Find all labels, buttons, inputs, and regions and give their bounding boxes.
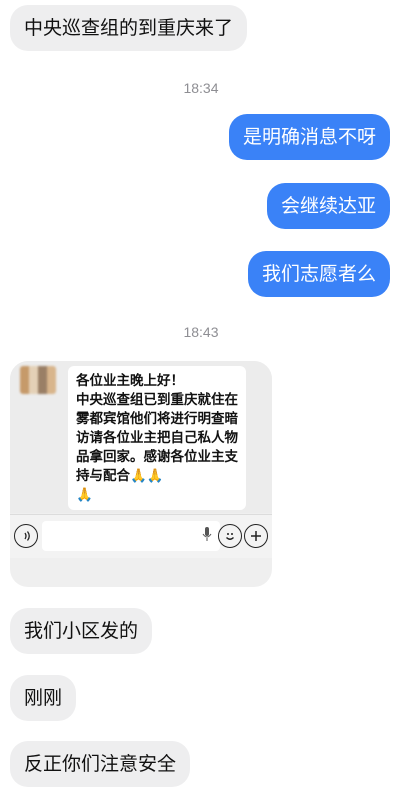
- plus-icon: [244, 524, 268, 548]
- emoji-icon: [218, 524, 242, 548]
- forwarded-notice-text: 各位业主晚上好！ 中央巡查组已到重庆就住在雾都宾馆他们将进行明查暗访请各位业主把…: [68, 366, 246, 510]
- mic-icon: [202, 526, 212, 546]
- sent-message[interactable]: 会继续达亚: [266, 183, 390, 229]
- sent-message[interactable]: 是明确消息不呀: [228, 114, 390, 160]
- sent-message[interactable]: 我们志愿者么: [247, 251, 390, 297]
- received-message[interactable]: 刚刚: [10, 675, 77, 721]
- screenshot-input-toolbar: [10, 514, 272, 558]
- screenshot-image-message[interactable]: 各位业主晚上好！ 中央巡查组已到重庆就住在雾都宾馆他们将进行明查暗访请各位业主把…: [10, 361, 272, 587]
- voice-icon: [14, 524, 38, 548]
- screenshot-content: 各位业主晚上好！ 中央巡查组已到重庆就住在雾都宾馆他们将进行明查暗访请各位业主把…: [10, 361, 272, 513]
- received-message[interactable]: 我们小区发的: [10, 608, 153, 654]
- timestamp: 18:34: [183, 80, 219, 96]
- received-message[interactable]: 反正你们注意安全: [10, 741, 191, 787]
- avatar: [20, 366, 56, 394]
- screenshot-text-field: [42, 521, 220, 551]
- received-message[interactable]: 中央巡查组的到重庆来了: [10, 5, 248, 51]
- timestamp: 18:43: [183, 324, 219, 340]
